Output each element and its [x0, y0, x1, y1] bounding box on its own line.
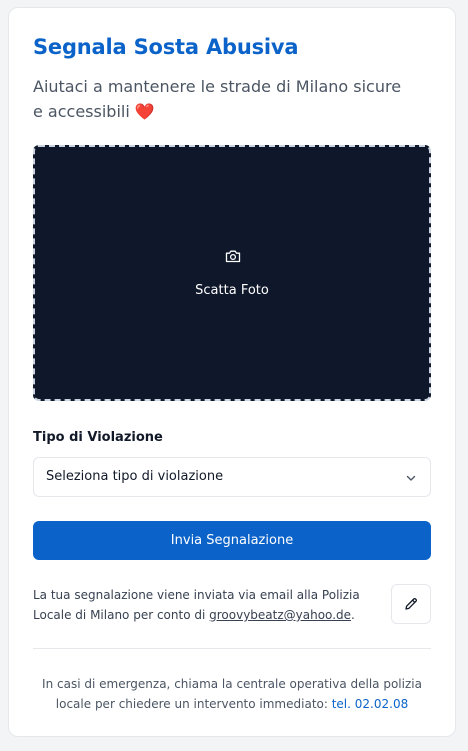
take-photo-button[interactable]: Scatta Foto — [33, 145, 431, 401]
violation-type-label: Tipo di Violazione — [33, 430, 163, 445]
edit-email-button[interactable] — [391, 584, 431, 624]
chevron-down-icon — [406, 475, 416, 481]
email-notice: La tua segnalazione viene inviata via em… — [33, 585, 373, 625]
submit-report-button[interactable]: Invia Segnalazione — [33, 521, 431, 560]
camera-icon — [225, 250, 241, 263]
heart-icon: ❤️ — [134, 102, 155, 121]
report-card: Segnala Sosta Abusiva Aiutaci a mantener… — [8, 7, 456, 737]
subtitle-text: Aiutaci a mantenere le strade di Milano … — [33, 77, 402, 121]
page-title: Segnala Sosta Abusiva — [33, 35, 299, 59]
emergency-phone-link[interactable]: tel. 02.02.08 — [332, 697, 409, 711]
page-subtitle: Aiutaci a mantenere le strade di Milano … — [33, 74, 413, 124]
email-notice-end: . — [351, 608, 355, 622]
divider — [33, 648, 431, 649]
sender-email-link[interactable]: groovybeatz@yahoo.de — [209, 608, 351, 622]
violation-type-select[interactable]: Seleziona tipo di violazione — [33, 457, 431, 497]
pencil-icon — [405, 598, 417, 610]
violation-type-value: Seleziona tipo di violazione — [46, 469, 224, 484]
emergency-footer: In casi di emergenza, chiama la centrale… — [33, 674, 431, 714]
take-photo-label: Scatta Foto — [195, 283, 269, 298]
